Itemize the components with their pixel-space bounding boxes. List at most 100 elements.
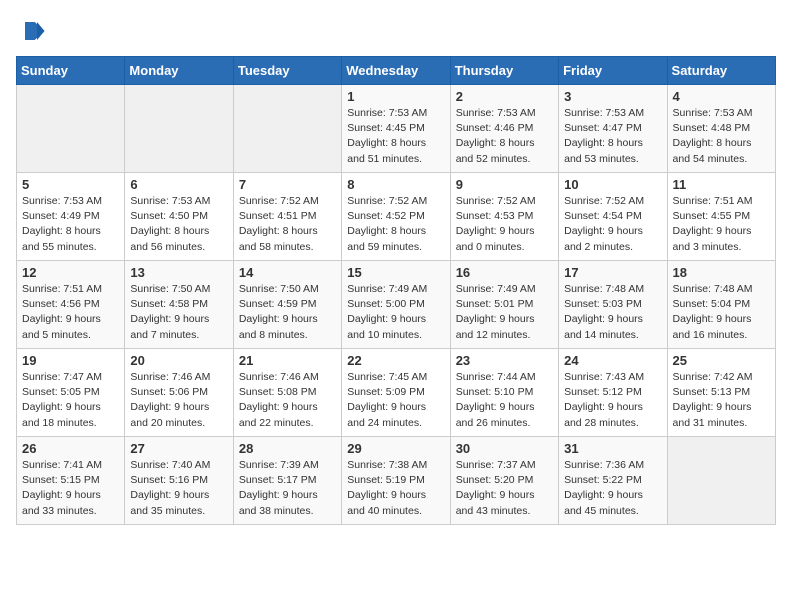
week-row-5: 26 Sunrise: 7:41 AMSunset: 5:15 PMDaylig… xyxy=(17,437,776,525)
day-number: 30 xyxy=(456,441,553,456)
day-info: Sunrise: 7:52 AMSunset: 4:52 PMDaylight:… xyxy=(347,195,427,253)
day-info: Sunrise: 7:40 AMSunset: 5:16 PMDaylight:… xyxy=(130,459,210,517)
calendar-cell: 11 Sunrise: 7:51 AMSunset: 4:55 PMDaylig… xyxy=(667,173,775,261)
day-number: 13 xyxy=(130,265,227,280)
day-info: Sunrise: 7:50 AMSunset: 4:59 PMDaylight:… xyxy=(239,283,319,341)
day-info: Sunrise: 7:42 AMSunset: 5:13 PMDaylight:… xyxy=(673,371,753,429)
day-header-wednesday: Wednesday xyxy=(342,57,450,85)
day-info: Sunrise: 7:50 AMSunset: 4:58 PMDaylight:… xyxy=(130,283,210,341)
day-number: 29 xyxy=(347,441,444,456)
day-number: 7 xyxy=(239,177,336,192)
day-info: Sunrise: 7:49 AMSunset: 5:00 PMDaylight:… xyxy=(347,283,427,341)
day-header-tuesday: Tuesday xyxy=(233,57,341,85)
day-info: Sunrise: 7:51 AMSunset: 4:56 PMDaylight:… xyxy=(22,283,102,341)
day-info: Sunrise: 7:45 AMSunset: 5:09 PMDaylight:… xyxy=(347,371,427,429)
calendar-cell: 26 Sunrise: 7:41 AMSunset: 5:15 PMDaylig… xyxy=(17,437,125,525)
day-number: 25 xyxy=(673,353,770,368)
day-number: 2 xyxy=(456,89,553,104)
day-info: Sunrise: 7:41 AMSunset: 5:15 PMDaylight:… xyxy=(22,459,102,517)
day-info: Sunrise: 7:53 AMSunset: 4:50 PMDaylight:… xyxy=(130,195,210,253)
day-number: 22 xyxy=(347,353,444,368)
calendar-cell: 22 Sunrise: 7:45 AMSunset: 5:09 PMDaylig… xyxy=(342,349,450,437)
calendar-cell: 29 Sunrise: 7:38 AMSunset: 5:19 PMDaylig… xyxy=(342,437,450,525)
day-info: Sunrise: 7:38 AMSunset: 5:19 PMDaylight:… xyxy=(347,459,427,517)
calendar-cell: 13 Sunrise: 7:50 AMSunset: 4:58 PMDaylig… xyxy=(125,261,233,349)
calendar-cell: 3 Sunrise: 7:53 AMSunset: 4:47 PMDayligh… xyxy=(559,85,667,173)
day-number: 31 xyxy=(564,441,661,456)
day-header-saturday: Saturday xyxy=(667,57,775,85)
calendar-cell: 4 Sunrise: 7:53 AMSunset: 4:48 PMDayligh… xyxy=(667,85,775,173)
day-number: 3 xyxy=(564,89,661,104)
day-number: 21 xyxy=(239,353,336,368)
day-info: Sunrise: 7:51 AMSunset: 4:55 PMDaylight:… xyxy=(673,195,753,253)
day-info: Sunrise: 7:53 AMSunset: 4:49 PMDaylight:… xyxy=(22,195,102,253)
calendar-cell: 24 Sunrise: 7:43 AMSunset: 5:12 PMDaylig… xyxy=(559,349,667,437)
calendar-cell xyxy=(233,85,341,173)
day-number: 16 xyxy=(456,265,553,280)
day-number: 27 xyxy=(130,441,227,456)
logo xyxy=(16,16,50,46)
calendar-cell: 6 Sunrise: 7:53 AMSunset: 4:50 PMDayligh… xyxy=(125,173,233,261)
day-info: Sunrise: 7:52 AMSunset: 4:54 PMDaylight:… xyxy=(564,195,644,253)
logo-icon xyxy=(16,16,46,46)
day-number: 28 xyxy=(239,441,336,456)
day-info: Sunrise: 7:43 AMSunset: 5:12 PMDaylight:… xyxy=(564,371,644,429)
day-number: 14 xyxy=(239,265,336,280)
day-header-thursday: Thursday xyxy=(450,57,558,85)
day-info: Sunrise: 7:52 AMSunset: 4:51 PMDaylight:… xyxy=(239,195,319,253)
calendar-cell: 7 Sunrise: 7:52 AMSunset: 4:51 PMDayligh… xyxy=(233,173,341,261)
day-number: 11 xyxy=(673,177,770,192)
calendar-cell: 21 Sunrise: 7:46 AMSunset: 5:08 PMDaylig… xyxy=(233,349,341,437)
day-number: 17 xyxy=(564,265,661,280)
day-info: Sunrise: 7:37 AMSunset: 5:20 PMDaylight:… xyxy=(456,459,536,517)
calendar-cell: 14 Sunrise: 7:50 AMSunset: 4:59 PMDaylig… xyxy=(233,261,341,349)
calendar-cell xyxy=(17,85,125,173)
day-info: Sunrise: 7:53 AMSunset: 4:45 PMDaylight:… xyxy=(347,107,427,165)
day-info: Sunrise: 7:47 AMSunset: 5:05 PMDaylight:… xyxy=(22,371,102,429)
day-info: Sunrise: 7:36 AMSunset: 5:22 PMDaylight:… xyxy=(564,459,644,517)
day-number: 1 xyxy=(347,89,444,104)
calendar-cell: 16 Sunrise: 7:49 AMSunset: 5:01 PMDaylig… xyxy=(450,261,558,349)
calendar-cell: 20 Sunrise: 7:46 AMSunset: 5:06 PMDaylig… xyxy=(125,349,233,437)
calendar-cell: 31 Sunrise: 7:36 AMSunset: 5:22 PMDaylig… xyxy=(559,437,667,525)
day-number: 20 xyxy=(130,353,227,368)
week-row-3: 12 Sunrise: 7:51 AMSunset: 4:56 PMDaylig… xyxy=(17,261,776,349)
day-number: 19 xyxy=(22,353,119,368)
day-number: 24 xyxy=(564,353,661,368)
day-info: Sunrise: 7:39 AMSunset: 5:17 PMDaylight:… xyxy=(239,459,319,517)
day-number: 18 xyxy=(673,265,770,280)
calendar-cell: 2 Sunrise: 7:53 AMSunset: 4:46 PMDayligh… xyxy=(450,85,558,173)
calendar-body: 1 Sunrise: 7:53 AMSunset: 4:45 PMDayligh… xyxy=(17,85,776,525)
page-header xyxy=(16,16,776,46)
day-number: 10 xyxy=(564,177,661,192)
calendar-table: SundayMondayTuesdayWednesdayThursdayFrid… xyxy=(16,56,776,525)
day-number: 9 xyxy=(456,177,553,192)
day-info: Sunrise: 7:46 AMSunset: 5:08 PMDaylight:… xyxy=(239,371,319,429)
calendar-cell: 10 Sunrise: 7:52 AMSunset: 4:54 PMDaylig… xyxy=(559,173,667,261)
calendar-cell: 1 Sunrise: 7:53 AMSunset: 4:45 PMDayligh… xyxy=(342,85,450,173)
day-info: Sunrise: 7:53 AMSunset: 4:46 PMDaylight:… xyxy=(456,107,536,165)
day-number: 8 xyxy=(347,177,444,192)
day-info: Sunrise: 7:44 AMSunset: 5:10 PMDaylight:… xyxy=(456,371,536,429)
calendar-cell xyxy=(667,437,775,525)
week-row-2: 5 Sunrise: 7:53 AMSunset: 4:49 PMDayligh… xyxy=(17,173,776,261)
calendar-cell: 18 Sunrise: 7:48 AMSunset: 5:04 PMDaylig… xyxy=(667,261,775,349)
day-header-friday: Friday xyxy=(559,57,667,85)
calendar-cell: 30 Sunrise: 7:37 AMSunset: 5:20 PMDaylig… xyxy=(450,437,558,525)
day-number: 12 xyxy=(22,265,119,280)
day-info: Sunrise: 7:46 AMSunset: 5:06 PMDaylight:… xyxy=(130,371,210,429)
calendar-cell: 15 Sunrise: 7:49 AMSunset: 5:00 PMDaylig… xyxy=(342,261,450,349)
day-info: Sunrise: 7:48 AMSunset: 5:04 PMDaylight:… xyxy=(673,283,753,341)
calendar-cell: 27 Sunrise: 7:40 AMSunset: 5:16 PMDaylig… xyxy=(125,437,233,525)
calendar-cell: 9 Sunrise: 7:52 AMSunset: 4:53 PMDayligh… xyxy=(450,173,558,261)
day-header-sunday: Sunday xyxy=(17,57,125,85)
week-row-4: 19 Sunrise: 7:47 AMSunset: 5:05 PMDaylig… xyxy=(17,349,776,437)
day-number: 26 xyxy=(22,441,119,456)
day-number: 4 xyxy=(673,89,770,104)
calendar-cell: 23 Sunrise: 7:44 AMSunset: 5:10 PMDaylig… xyxy=(450,349,558,437)
day-info: Sunrise: 7:53 AMSunset: 4:47 PMDaylight:… xyxy=(564,107,644,165)
calendar-cell: 8 Sunrise: 7:52 AMSunset: 4:52 PMDayligh… xyxy=(342,173,450,261)
calendar-header-row: SundayMondayTuesdayWednesdayThursdayFrid… xyxy=(17,57,776,85)
calendar-cell: 28 Sunrise: 7:39 AMSunset: 5:17 PMDaylig… xyxy=(233,437,341,525)
calendar-cell: 5 Sunrise: 7:53 AMSunset: 4:49 PMDayligh… xyxy=(17,173,125,261)
